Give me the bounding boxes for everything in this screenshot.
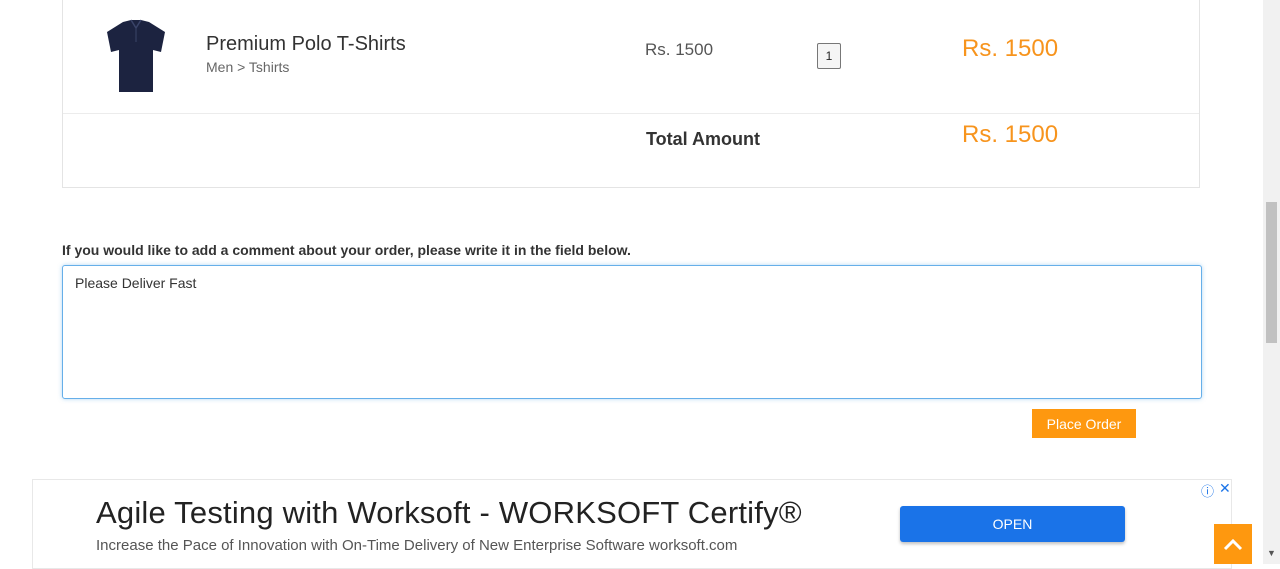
line-total: Rs. 1500	[962, 35, 1059, 62]
scroll-to-top-button[interactable]	[1214, 524, 1252, 564]
unit-price: Rs. 1500	[645, 40, 714, 59]
product-category: Men > Tshirts	[206, 59, 290, 75]
ad-info-icon[interactable]: ⓘ	[1201, 481, 1214, 500]
ad-description[interactable]: Increase the Pace of Innovation with On-…	[96, 537, 737, 554]
quantity-box: 1	[817, 43, 841, 69]
place-order-button[interactable]: Place Order	[1032, 409, 1136, 438]
total-amount-label: Total Amount	[646, 129, 760, 149]
ad-banner[interactable]: Agile Testing with Worksoft - WORKSOFT C…	[32, 479, 1232, 569]
row-divider	[63, 113, 1199, 114]
cart-table: Premium Polo T-Shirts Men > Tshirts Rs. …	[62, 0, 1200, 188]
scrollbar-thumb[interactable]	[1266, 202, 1277, 343]
page-scrollbar[interactable]: ▼	[1263, 0, 1280, 564]
total-amount-value: Rs. 1500	[962, 121, 1059, 148]
product-image[interactable]	[103, 18, 169, 98]
ad-close-icon[interactable]: ✕	[1219, 480, 1231, 497]
ad-title[interactable]: Agile Testing with Worksoft - WORKSOFT C…	[96, 495, 802, 531]
product-name[interactable]: Premium Polo T-Shirts	[206, 33, 406, 56]
comment-label: If you would like to add a comment about…	[62, 242, 631, 258]
scroll-down-arrow-icon[interactable]: ▼	[1267, 548, 1276, 558]
order-comment-textarea[interactable]	[62, 265, 1202, 399]
chevron-up-icon	[1223, 538, 1243, 551]
ad-open-button[interactable]: OPEN	[900, 506, 1125, 542]
